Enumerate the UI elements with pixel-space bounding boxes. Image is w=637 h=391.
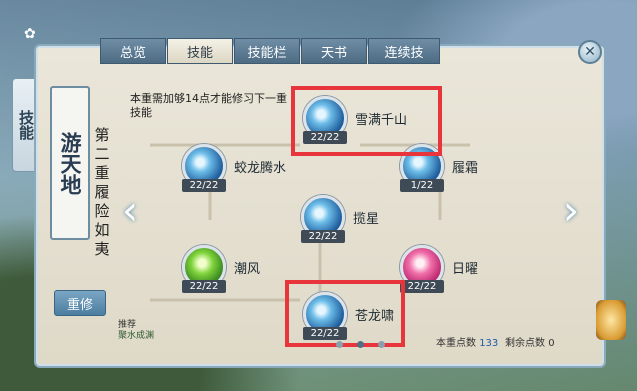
skill-level: 1/22 — [400, 179, 444, 192]
page-dots — [336, 341, 385, 348]
remaining-points-label: 剩余点数 — [505, 338, 545, 349]
skill-node-riyao[interactable]: 22/22 日曜 — [400, 245, 479, 293]
green-skill-icon: 22/22 — [182, 245, 226, 293]
page-dot[interactable] — [336, 341, 343, 348]
arrow-left-icon[interactable]: ‹ — [119, 188, 141, 234]
skill-name: 履霜 — [452, 160, 479, 176]
stage-points: 本重点数 133 — [436, 334, 498, 349]
skill-node-chaofeng[interactable]: 22/22 潮风 — [182, 245, 261, 293]
skill-level: 22/22 — [400, 280, 444, 293]
pink-skill-icon: 22/22 — [400, 245, 444, 293]
lantern-decoration-icon — [596, 300, 626, 340]
arrow-right-icon[interactable]: › — [560, 188, 582, 234]
skill-name: 潮风 — [234, 261, 261, 277]
highlight-box — [285, 280, 405, 347]
skill-level: 22/22 — [301, 230, 345, 243]
stage-points-value: 133 — [479, 338, 499, 349]
skill-name: 日曜 — [452, 261, 479, 277]
ice-skill-icon: 22/22 — [182, 144, 226, 192]
remaining-points: 剩余点数 0 — [505, 334, 555, 349]
skill-name: 蛟龙腾水 — [234, 160, 287, 176]
highlight-box — [291, 86, 442, 156]
page-dot[interactable] — [378, 341, 385, 348]
remaining-points-value: 0 — [548, 338, 555, 349]
skill-level: 22/22 — [182, 280, 226, 293]
page-dot[interactable] — [357, 341, 364, 348]
ice-skill-icon: 22/22 — [301, 195, 345, 243]
skill-node-lanxing[interactable]: 22/22 揽星 — [301, 195, 380, 243]
skill-level: 22/22 — [182, 179, 226, 192]
stage-points-label: 本重点数 — [436, 338, 476, 349]
skill-name: 揽星 — [353, 211, 380, 227]
skill-node-jiaolongtengshui[interactable]: 22/22 蛟龙腾水 — [182, 144, 287, 192]
